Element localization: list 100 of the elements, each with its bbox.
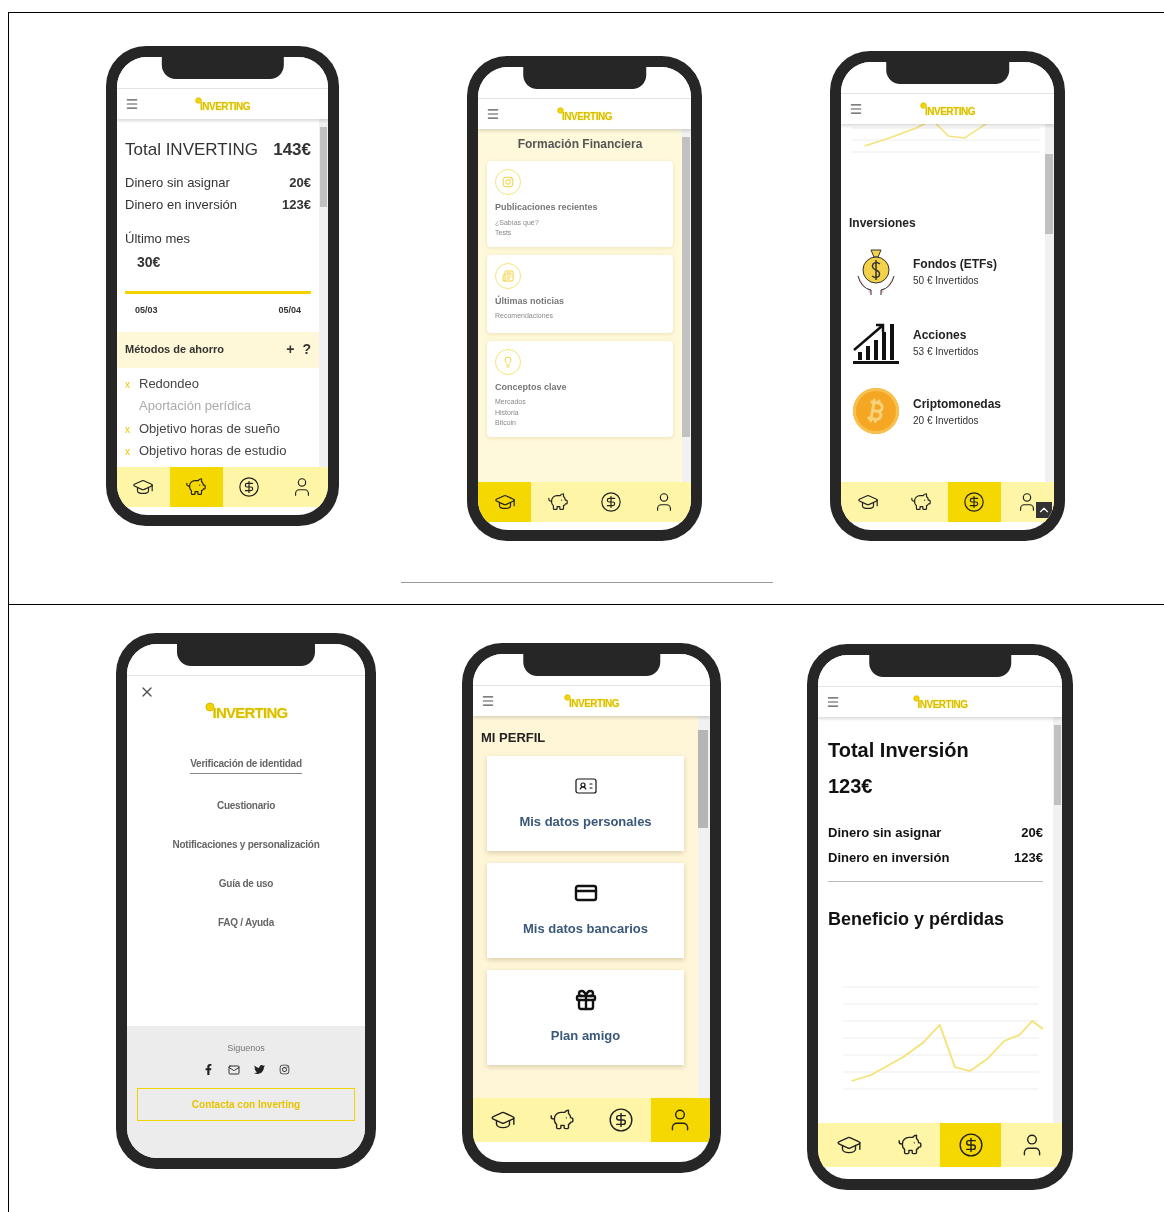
menu-item[interactable]: Guía de uso [218, 876, 274, 891]
active-marker: x [125, 446, 130, 457]
scrollbar-thumb[interactable] [1045, 154, 1053, 234]
mail-icon[interactable] [227, 1063, 240, 1076]
total-value: 143€ [273, 139, 311, 161]
menu-icon[interactable] [481, 694, 495, 708]
date-label: 05/03 [135, 304, 158, 317]
scrollbar-thumb[interactable] [682, 137, 690, 437]
method-item[interactable]: Objetivo horas de sueño [139, 418, 280, 438]
dollar-coin-icon [963, 491, 986, 513]
row-value: 123€ [1014, 848, 1043, 867]
total-label: Total INVERTING [125, 139, 258, 161]
scroll-top-button[interactable] [1036, 502, 1052, 518]
menu-item[interactable]: FAQ / Ayuda [218, 915, 274, 930]
nav-tab[interactable] [940, 1123, 1001, 1167]
date-label: 05/04 [278, 304, 301, 317]
row-value: 123€ [282, 196, 311, 214]
bulb-icon [920, 101, 927, 109]
dollar-coin-icon [237, 476, 260, 498]
chart-title: Beneficio y pérdidas [828, 908, 1006, 931]
section-title: Inversiones [848, 215, 917, 232]
method-item[interactable]: Redondeo [139, 373, 199, 393]
profile-card[interactable]: Mis datos personales [487, 755, 684, 851]
lightbulb-icon [502, 355, 514, 368]
scrollbar[interactable] [1045, 124, 1054, 482]
bulb-icon [557, 106, 564, 114]
menu-icon[interactable] [826, 695, 840, 709]
instagram-icon[interactable] [278, 1064, 290, 1075]
investment-item[interactable]: Acciones 53 € Invertidos [851, 320, 1035, 364]
menu-item[interactable]: Notificaciones y personalización [172, 837, 320, 852]
scrollbar[interactable] [1053, 717, 1062, 1123]
row-value: 20€ [289, 173, 311, 192]
scrollbar[interactable] [698, 716, 710, 1098]
nav-tab[interactable] [894, 482, 948, 522]
investment-amount: 20 € Invertidos [913, 413, 980, 428]
bulb-icon [564, 693, 571, 701]
menu-icon[interactable] [125, 97, 139, 111]
nav-tab[interactable] [531, 482, 585, 522]
nav-tab[interactable] [169, 467, 223, 507]
logo-text: INVERTING [917, 699, 968, 710]
scrollbar[interactable] [682, 129, 691, 482]
profile-card[interactable]: Mis datos bancarios [487, 862, 684, 958]
nav-tab[interactable] [591, 1098, 651, 1142]
piggy-bank-icon [185, 476, 208, 498]
nav-tab[interactable] [637, 482, 691, 522]
gift-icon [573, 988, 598, 1013]
bitcoin-coin-icon [853, 388, 899, 434]
scrollbar[interactable] [319, 119, 328, 467]
scrollbar-thumb[interactable] [698, 730, 708, 828]
logo-text: INVERTING [212, 705, 288, 720]
nav-tab[interactable] [1001, 1123, 1062, 1167]
follow-label: Siguenos [227, 1042, 265, 1055]
nav-tab[interactable] [222, 467, 276, 507]
dollar-coin-icon [608, 1107, 635, 1133]
logo-text: INVERTING [562, 111, 612, 122]
row-label: Dinero en inversión [828, 848, 950, 867]
menu-icon[interactable] [486, 107, 500, 121]
dollar-coin-icon [600, 491, 623, 513]
card-title: Publicaciones recientes [495, 201, 599, 214]
camera-icon [502, 176, 514, 188]
menu-item[interactable]: Verificación de identidad [190, 756, 302, 774]
row-label: Dinero sin asignar [125, 173, 230, 192]
logo-text: INVERTING [569, 698, 619, 709]
row-label: Dinero en inversión [125, 196, 237, 214]
menu-item[interactable]: Cuestionario [216, 798, 276, 813]
nav-tab[interactable] [947, 482, 1001, 522]
nav-tab[interactable] [275, 467, 328, 507]
row-value: 20€ [1021, 824, 1043, 842]
nav-tab[interactable] [818, 1123, 879, 1167]
menu-icon[interactable] [849, 102, 863, 116]
investment-name: Acciones [913, 326, 968, 344]
nav-tab[interactable] [473, 1098, 533, 1142]
nav-tab[interactable] [117, 467, 170, 507]
investment-item[interactable]: Criptomonedas 20 € Invertidos [851, 388, 1035, 434]
twitter-icon[interactable] [253, 1064, 265, 1075]
profile-card[interactable]: Plan amigo [487, 969, 684, 1065]
nav-tab[interactable] [879, 1123, 940, 1167]
scrollbar-thumb[interactable] [1054, 725, 1061, 805]
page-title: Total Inversión [828, 738, 970, 763]
page-title: MI PERFIL [481, 729, 547, 747]
investment-item[interactable]: Fondos (ETFs) 50 € Invertidos [851, 246, 1035, 296]
scrollbar-thumb[interactable] [320, 127, 327, 207]
logo-text: INVERTING [200, 101, 250, 112]
money-bag-icon [855, 246, 897, 296]
active-marker: x [125, 423, 130, 435]
nav-tab[interactable] [650, 1098, 710, 1142]
bulb-icon [204, 702, 215, 712]
logo-text: INVERTING [925, 106, 975, 117]
method-item[interactable]: Objetivo horas de estudio [139, 441, 287, 461]
piggy-bank-icon [909, 491, 932, 513]
total-value: 123€ [828, 774, 874, 799]
row-label: Dinero sin asignar [828, 824, 942, 842]
investment-name: Criptomonedas [913, 395, 1001, 413]
nav-tab[interactable] [478, 482, 532, 522]
nav-tab[interactable] [841, 482, 895, 522]
methods-action[interactable]: + [286, 339, 295, 360]
investment-amount: 53 € Invertidos [913, 344, 979, 359]
last-month-label: Último mes [124, 229, 191, 248]
page-title: Formación Financiera [516, 136, 644, 153]
methods-action[interactable]: ? [302, 339, 311, 360]
